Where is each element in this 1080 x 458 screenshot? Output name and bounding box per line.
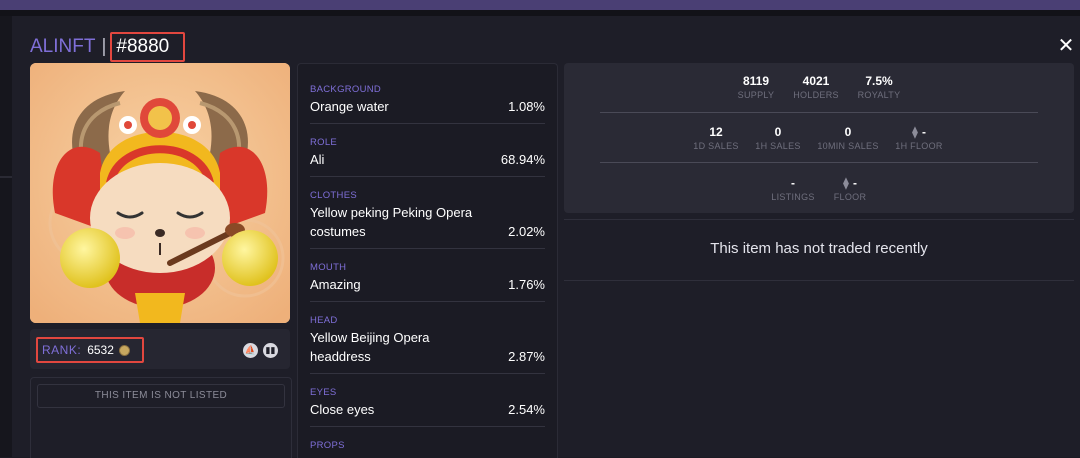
trait-role: ROLE Ali 68.94% <box>310 123 545 177</box>
trait-value: Close eyes <box>310 402 375 417</box>
stat-value: 7.5% <box>865 74 893 88</box>
trade-history-panel: This item has not traded recently <box>564 219 1074 281</box>
stat-label: 1H SALES <box>755 141 801 151</box>
stat-value: 8119 <box>742 74 770 88</box>
stat-listings: - LISTINGS <box>763 176 823 203</box>
trait-percent: 1.08% <box>508 99 545 114</box>
stat-value: 4021 <box>802 74 830 88</box>
trait-percent: 2.02% <box>508 224 545 239</box>
collection-stats-panel: 8119 SUPPLY 4021 HOLDERS 7.5% ROYALTY 12… <box>564 63 1074 213</box>
stat-value: - <box>791 176 795 190</box>
trait-head: HEAD Yellow Beijing Opera headdress 2.87… <box>310 301 545 374</box>
stat-holders: 4021 HOLDERS <box>786 74 846 101</box>
trait-percent: 68.94% <box>500 152 545 167</box>
stat-1h-sales: 0 1H SALES <box>748 125 808 152</box>
item-title: ALINFT | #8880 <box>30 32 186 62</box>
stat-royalty: 7.5% ROYALTY <box>849 74 909 101</box>
top-nav-bar <box>0 0 1080 10</box>
opensea-icon[interactable]: ⛵ <box>243 343 258 358</box>
trait-value: Amazing <box>310 277 361 292</box>
trait-percent: 2.54% <box>508 402 545 417</box>
trait-type: PROPS <box>310 440 345 451</box>
stat-value: 12 <box>709 125 723 139</box>
eth-icon: ⧫ <box>843 176 849 190</box>
background-page-edge <box>0 16 12 457</box>
stat-supply: 8119 SUPPLY <box>726 74 786 101</box>
trait-clothes: CLOTHES Yellow peking Peking Opera costu… <box>310 176 545 249</box>
trade-history-message: This item has not traded recently <box>710 240 928 257</box>
stat-label: HOLDERS <box>793 90 839 100</box>
close-icon[interactable]: ✕ <box>1057 35 1075 57</box>
stat-label: 1D SALES <box>693 141 739 151</box>
stat-1h-floor: ⧫ - 1H FLOOR <box>889 125 949 152</box>
eth-icon: ⧫ <box>912 125 918 139</box>
stat-label: LISTINGS <box>771 192 815 202</box>
stat-label: ROYALTY <box>857 90 901 100</box>
trait-type: CLOTHES <box>310 190 357 201</box>
stat-value: - <box>921 125 926 139</box>
stat-value: 0 <box>774 125 782 139</box>
trait-percent: 2.87% <box>508 349 545 364</box>
stat-label: 10MIN SALES <box>817 141 879 151</box>
coin-icon <box>118 344 130 356</box>
trait-mouth: MOUTH Amazing 1.76% <box>310 248 545 302</box>
stat-label: FLOOR <box>833 192 867 202</box>
stat-1d-sales: 12 1D SALES <box>686 125 746 152</box>
trait-type: HEAD <box>310 315 338 326</box>
listing-status: THIS ITEM IS NOT LISTED <box>37 384 285 408</box>
rank-info: RANK: 6532 <box>36 337 144 363</box>
stat-label: 1H FLOOR <box>895 141 943 151</box>
stat-10min-sales: 0 10MIN SALES <box>813 125 883 152</box>
stat-value: - <box>852 176 857 190</box>
rank-bar: RANK: 6532 ⛵ ▮▮ <box>30 329 290 369</box>
trait-percent: 1.76% <box>508 277 545 292</box>
trait-type: EYES <box>310 387 337 398</box>
token-id: #8880 <box>110 32 186 62</box>
trait-type: MOUTH <box>310 262 347 273</box>
trait-value: Yellow peking Peking Opera costumes <box>310 205 473 239</box>
listing-panel: THIS ITEM IS NOT LISTED <box>30 377 292 458</box>
stats-divider <box>600 162 1038 163</box>
stats-divider <box>600 112 1038 113</box>
rank-label: RANK: <box>42 343 82 357</box>
nft-artwork <box>30 63 290 323</box>
stat-floor: ⧫ - FLOOR <box>820 176 880 203</box>
trait-type: ROLE <box>310 137 338 148</box>
trait-type: BACKGROUND <box>310 84 382 95</box>
trait-eyes: EYES Close eyes 2.54% <box>310 373 545 427</box>
stat-label: SUPPLY <box>737 90 775 100</box>
trait-background: BACKGROUND Orange water 1.08% <box>310 64 545 124</box>
chart-icon[interactable]: ▮▮ <box>263 343 278 358</box>
trait-value: Orange water <box>310 99 389 114</box>
stat-value: 0 <box>844 125 852 139</box>
trait-props: PROPS <box>310 426 545 458</box>
rank-value: 6532 <box>87 343 114 357</box>
nft-image <box>30 63 290 323</box>
trait-value: Ali <box>310 152 325 167</box>
trait-value: Yellow Beijing Opera headdress <box>310 330 430 364</box>
collection-name[interactable]: ALINFT <box>30 36 95 58</box>
title-separator: | <box>101 36 107 57</box>
traits-panel: BACKGROUND Orange water 1.08% ROLE Ali 6… <box>297 63 558 458</box>
background-divider <box>0 176 12 178</box>
